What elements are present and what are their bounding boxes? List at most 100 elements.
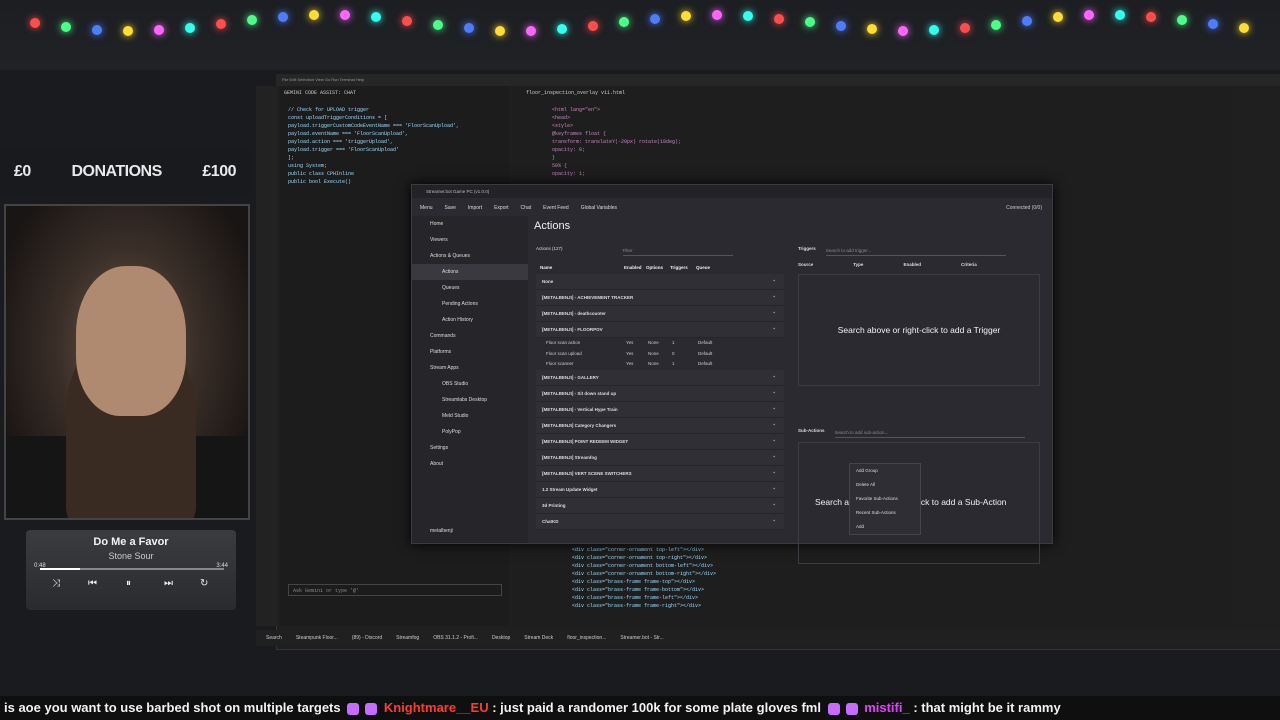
subaction-search-input[interactable]: Search to add sub-action... xyxy=(834,428,1025,438)
action-group[interactable]: 1.2 Stream Update Widget xyxy=(536,480,784,498)
column-header[interactable]: Triggers xyxy=(670,262,696,274)
context-menu-item[interactable]: Add xyxy=(850,520,920,534)
trigger-column-header[interactable]: Criteria xyxy=(961,262,977,267)
toolbar-export[interactable]: Export xyxy=(494,205,508,211)
sidebar-item-actions[interactable]: Actions xyxy=(412,264,528,280)
column-header[interactable]: Queue xyxy=(696,262,736,274)
light-bulb xyxy=(805,17,815,27)
sidebar-item-queues[interactable]: Queues xyxy=(412,280,528,296)
sidebar-item-home[interactable]: Home xyxy=(412,216,528,232)
light-bulb xyxy=(278,12,288,22)
sidebar-item-commands[interactable]: Commands xyxy=(412,328,528,344)
toolbar-save[interactable]: Save xyxy=(445,205,456,211)
toolbar-event-feed[interactable]: Event Feed xyxy=(543,205,569,211)
subactions-empty-area[interactable]: Search a ick to add a Sub-Action Add Gro… xyxy=(798,442,1040,564)
column-header[interactable]: Enabled xyxy=(624,262,646,274)
taskbar-item[interactable]: Steampunk Floor... xyxy=(296,635,338,641)
chat-prompt-input[interactable]: Ask Gemini or type '@' xyxy=(288,584,502,596)
sidebar-item-platforms[interactable]: Platforms xyxy=(412,344,528,360)
taskbar-item[interactable]: Search xyxy=(266,635,282,641)
previous-icon[interactable]: ⏮ xyxy=(88,578,97,589)
ticker-message-1: is aoe you want to use barbed shot on mu… xyxy=(4,700,341,715)
action-cell: Floor scanner xyxy=(546,361,574,366)
sidebar-item-polypop[interactable]: PolyPop xyxy=(412,424,528,440)
actions-filter-input[interactable]: Filter xyxy=(622,246,733,256)
shuffle-icon[interactable]: ⤨ xyxy=(52,578,60,589)
sidebar-item-actions-queues[interactable]: Actions & Queues xyxy=(412,248,528,264)
action-cell: Default xyxy=(698,361,713,366)
sidebar-item-pending-actions[interactable]: Pending Actions xyxy=(412,296,528,312)
next-icon[interactable]: ⏭ xyxy=(164,578,173,589)
editor-tab[interactable]: floor_inspection_overlay v11.html xyxy=(512,86,1232,100)
ticker-message-2: : just paid a randomer 100k for some pla… xyxy=(492,700,821,715)
trigger-column-header[interactable]: Type xyxy=(853,262,863,267)
action-group[interactable]: [METALBENJI] - GALLERY xyxy=(536,368,784,386)
light-bulb xyxy=(309,10,319,20)
streamerbot-toolbar: Menu Save Import Export Chat Event Feed Global… xyxy=(412,199,1052,216)
action-row[interactable]: Floor scan upload Yes None 0 Default xyxy=(536,349,784,360)
sidebar-item-settings[interactable]: Settings xyxy=(412,440,528,456)
taskbar-item[interactable]: Desktop xyxy=(492,635,510,641)
context-menu-item[interactable]: Add Group xyxy=(850,464,920,478)
taskbar-item[interactable]: OBS 31.1.2 - Profi... xyxy=(433,635,478,641)
sidebar-item-meld-studio[interactable]: Meld Studio xyxy=(412,408,528,424)
connection-status[interactable]: Connected (0/0) xyxy=(1006,205,1042,211)
sidebar-item-streamlabs-desktop[interactable]: Streamlabs Desktop xyxy=(412,392,528,408)
triggers-panel: Triggers Search to add trigger... Source… xyxy=(792,246,1052,416)
light-bulb xyxy=(495,26,505,36)
context-menu-item[interactable]: Favorite Sub-Actions xyxy=(850,492,920,506)
triggers-empty-area[interactable]: Search above or right-click to add a Tri… xyxy=(798,274,1040,386)
code-line: } xyxy=(552,155,556,161)
action-group[interactable]: [METALBENJI] - Vertical Hype Train xyxy=(536,400,784,418)
context-menu-item[interactable]: Recent Sub-Actions xyxy=(850,506,920,520)
light-bulb xyxy=(30,18,40,28)
sidebar-item-stream-apps[interactable]: Stream Apps xyxy=(412,360,528,376)
column-header[interactable]: Name xyxy=(536,262,624,274)
taskbar-item[interactable]: Streamfog xyxy=(396,635,419,641)
repeat-icon[interactable]: ↻ xyxy=(200,578,208,589)
toolbar-import[interactable]: Import xyxy=(468,205,482,211)
toolbar-global-variables[interactable]: Global Variables xyxy=(581,205,617,211)
sidebar-user[interactable]: metalbenji xyxy=(412,523,453,539)
emote-icon xyxy=(347,702,360,715)
ide-activity-bar[interactable] xyxy=(256,86,278,626)
action-cell: Floor scan action xyxy=(546,340,581,345)
action-group[interactable]: [METALBENJI] - FLOORPOV xyxy=(536,320,784,338)
taskbar-item[interactable]: (89) - Discord xyxy=(352,635,382,641)
pause-icon[interactable]: ⏸ xyxy=(126,578,131,589)
light-bulb xyxy=(61,22,71,32)
sidebar-item-viewers[interactable]: Viewers xyxy=(412,232,528,248)
taskbar-item[interactable]: Streamer.bot - Str... xyxy=(620,635,663,641)
action-group[interactable]: [METALBENJI] Streamfog xyxy=(536,448,784,466)
action-group[interactable]: [METALBENJI] - ACHIEVEMENT TRACKER xyxy=(536,288,784,306)
action-group[interactable]: ChatKD xyxy=(536,512,784,530)
trigger-search-input[interactable]: Search to add trigger... xyxy=(825,246,1006,256)
action-row[interactable]: Floor scan action Yes None 1 Default xyxy=(536,338,784,349)
light-bulb xyxy=(991,20,1001,30)
sidebar-item-about[interactable]: About xyxy=(412,456,528,472)
donation-label: DONATIONS xyxy=(71,163,162,180)
action-group[interactable]: [METALBENJI] VERT SCENE SWITCHERS xyxy=(536,464,784,482)
action-row[interactable]: Floor scanner Yes None 1 Default xyxy=(536,359,784,370)
action-group[interactable]: [METALBENJI] POINT REDEEM WIDGET xyxy=(536,432,784,450)
trigger-column-header[interactable]: Source xyxy=(798,262,813,267)
taskbar-item[interactable]: Stream Deck xyxy=(524,635,553,641)
action-cell: None xyxy=(648,350,659,356)
action-group[interactable]: [METALBENJI] Category Changers xyxy=(536,416,784,434)
sidebar-item-obs-studio[interactable]: OBS Studio xyxy=(412,376,528,392)
light-bulb xyxy=(1053,12,1063,22)
toolbar-chat[interactable]: Chat xyxy=(521,205,532,211)
sidebar-item-action-history[interactable]: Action History xyxy=(412,312,528,328)
taskbar-item[interactable]: floor_inspection... xyxy=(567,635,606,641)
context-menu-item[interactable]: Delete All xyxy=(850,478,920,492)
code-line: <div class="corner-ornament top-right"><… xyxy=(572,555,708,561)
light-bulb xyxy=(526,26,536,36)
column-header[interactable]: Options xyxy=(646,262,670,274)
code-line: <style> xyxy=(552,123,574,129)
toolbar-menu[interactable]: Menu xyxy=(420,205,433,211)
trigger-column-header[interactable]: Enabled xyxy=(903,262,921,267)
action-group[interactable]: None xyxy=(536,272,784,290)
action-group[interactable]: 3d Printing xyxy=(536,496,784,514)
action-group[interactable]: [METALBENJI] - Sit down stand up xyxy=(536,384,784,402)
action-group[interactable]: [METALBENJI] - deathcounter xyxy=(536,304,784,322)
